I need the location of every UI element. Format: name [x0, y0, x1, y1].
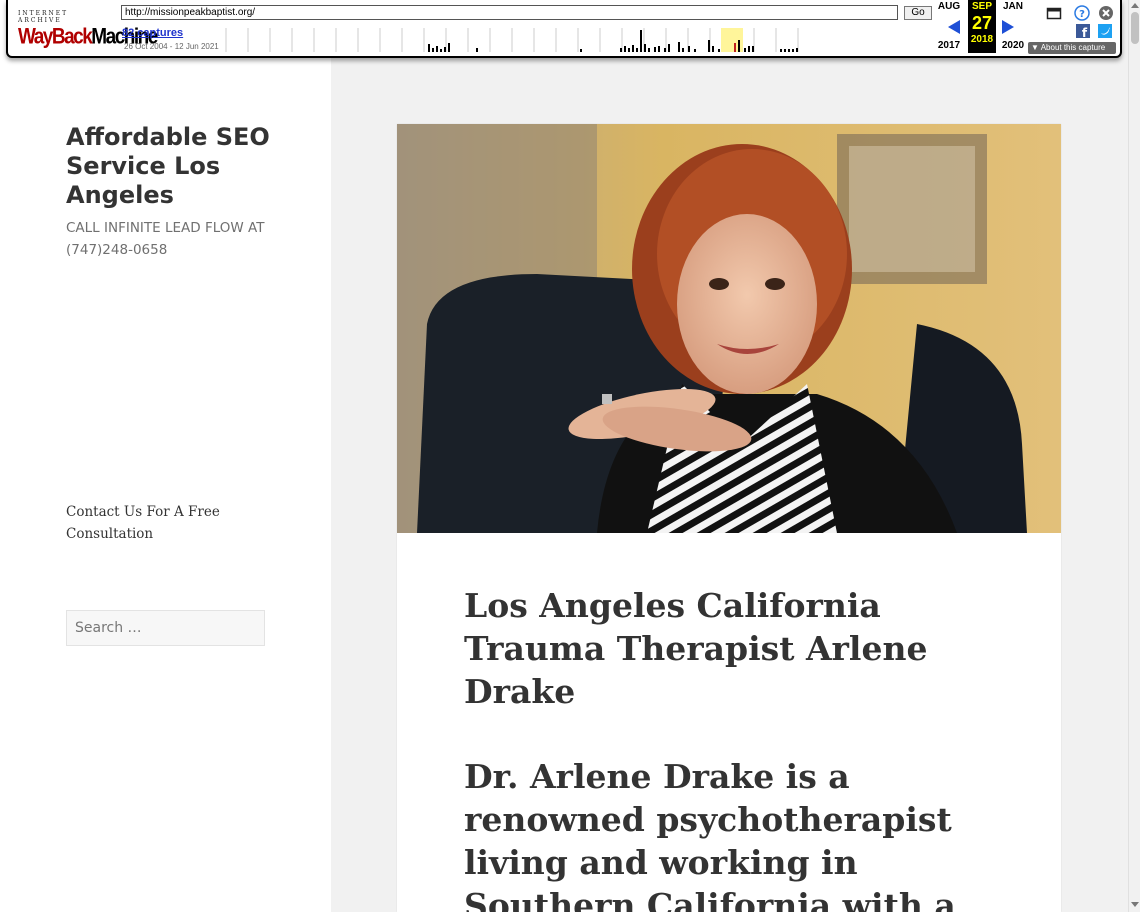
capture-range: 26 Oct 2004 - 12 Jun 2021: [124, 42, 219, 51]
current-year: 2018: [970, 34, 994, 45]
scroll-up-icon[interactable]: [1131, 3, 1139, 8]
wayback-toolbar: INTERNET ARCHIVE WayBackMachine http://m…: [6, 0, 1122, 58]
about-capture-label: About this capture: [1040, 43, 1106, 52]
sidebar: Affordable SEO Service Los Angeles CALL …: [0, 0, 331, 912]
prev-month-label[interactable]: AUG: [936, 1, 962, 12]
site-title[interactable]: Affordable SEO Service Los Angeles: [66, 123, 286, 210]
current-day: 27: [971, 13, 993, 33]
hero-image: [397, 124, 1061, 533]
next-capture-arrow-icon[interactable]: [1002, 20, 1014, 34]
current-capture-date: SEP 27 2018: [968, 0, 996, 53]
site-description: CALL INFINITE LEAD FLOW AT (747)248-0658: [66, 220, 265, 258]
logo-wayback-machine: WayBackMachine: [18, 25, 158, 50]
window-icon[interactable]: [1046, 5, 1062, 21]
current-month: SEP: [971, 1, 992, 12]
svg-text:f: f: [1082, 26, 1088, 38]
about-capture-button[interactable]: ▼ About this capture: [1028, 42, 1116, 54]
prev-year-label[interactable]: 2017: [936, 40, 962, 51]
search-input[interactable]: Search …: [66, 610, 265, 646]
close-icon[interactable]: [1098, 5, 1114, 21]
url-input[interactable]: http://missionpeakbaptist.org/: [121, 5, 898, 20]
capture-sparkline[interactable]: [224, 26, 924, 54]
scroll-thumb[interactable]: [1131, 12, 1139, 44]
logo-internet-archive: INTERNET ARCHIVE: [18, 10, 69, 24]
post-body-heading: Dr. Arlene Drake is a renowned psychothe…: [464, 757, 956, 912]
contact-text: Contact Us For A Free Consultation: [66, 504, 220, 542]
help-icon[interactable]: ?: [1074, 5, 1090, 21]
wayback-logo[interactable]: INTERNET ARCHIVE WayBackMachine: [18, 10, 158, 49]
twitter-icon[interactable]: [1098, 24, 1112, 38]
next-year-label[interactable]: 2020: [1000, 40, 1026, 51]
post-title: Los Angeles California Trauma Therapist …: [464, 586, 928, 711]
page-scrollbar[interactable]: [1128, 0, 1140, 912]
svg-text:?: ?: [1079, 9, 1085, 20]
scroll-down-icon[interactable]: [1131, 902, 1139, 907]
prev-capture-arrow-icon[interactable]: [948, 20, 960, 34]
captures-link[interactable]: 82 captures: [122, 27, 183, 39]
go-button[interactable]: Go: [904, 6, 932, 20]
facebook-icon[interactable]: f: [1076, 24, 1090, 38]
next-month-label[interactable]: JAN: [1000, 1, 1026, 12]
